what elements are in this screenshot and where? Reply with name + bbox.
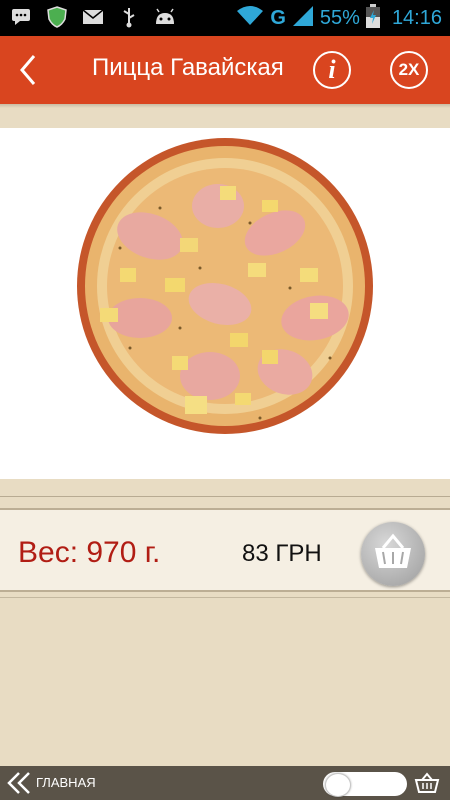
shield-icon [46,6,68,28]
chat-icon [10,6,32,28]
cart-button[interactable] [414,771,440,795]
zoom-2x-button[interactable]: 2X [390,51,428,89]
divider [0,496,450,497]
divider [0,597,450,598]
product-image-area[interactable] [0,128,450,479]
battery-percent: 55% [319,6,360,29]
pizza-image [77,138,373,434]
price-panel: Вес: 970 г. 83 ГРН [0,508,450,592]
product-price: 83 ГРН [242,540,322,567]
basket-icon [375,533,411,568]
android-icon [154,6,176,28]
mail-icon [82,6,104,28]
toggle-switch[interactable] [323,772,407,797]
info-button[interactable]: i [313,51,351,89]
signal-icon [292,5,314,32]
basket-icon [414,772,440,793]
battery-icon [365,3,380,33]
status-bar: G 55% 14:16 [0,0,450,36]
double-chevron-left-icon [7,772,30,794]
home-button[interactable] [5,771,35,795]
page-title: Пицца Гавайская [92,54,284,81]
clock: 14:16 [391,6,442,29]
usb-icon [118,6,140,28]
back-button[interactable] [12,50,48,90]
bottom-bar: ГЛАВНАЯ [0,766,450,800]
chevron-left-icon [20,55,36,85]
product-weight: Вес: 970 г. [18,536,161,569]
network-type: G [270,6,286,29]
wifi-icon [236,5,264,32]
add-to-cart-button[interactable] [361,522,425,586]
status-indicators: G 55% 14:16 [236,0,442,36]
toggle-knob[interactable] [325,773,351,797]
header-shadow [0,104,450,108]
home-label[interactable]: ГЛАВНАЯ [36,775,96,790]
notification-icons [10,6,176,28]
app-header: Пицца Гавайская i 2X [0,36,450,104]
